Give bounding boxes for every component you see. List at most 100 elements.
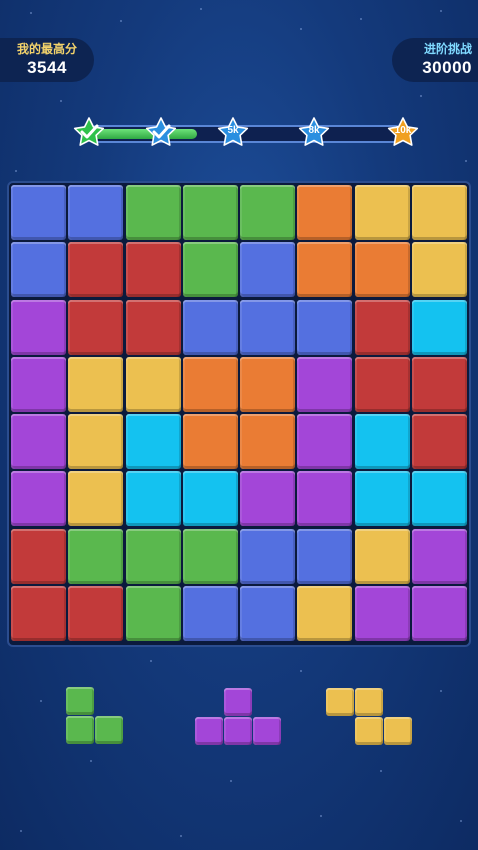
board-cell[interactable]	[125, 471, 181, 527]
star-check-icon	[73, 117, 105, 146]
board-cell[interactable]	[297, 528, 353, 584]
board-cell[interactable]	[297, 414, 353, 469]
board-cell[interactable]	[297, 471, 353, 527]
board-cell[interactable]	[125, 414, 181, 469]
board-cell[interactable]	[11, 299, 66, 355]
milestone-label: 5k	[227, 125, 239, 136]
board-cell[interactable]	[182, 585, 238, 641]
board-cell[interactable]	[11, 414, 66, 469]
star-dot	[60, 100, 62, 102]
board-cell[interactable]	[411, 242, 467, 298]
piece-block	[224, 688, 252, 716]
board-cell[interactable]	[240, 242, 295, 298]
star-dot	[120, 20, 122, 22]
board-cell[interactable]	[240, 299, 295, 355]
board-cell[interactable]	[240, 471, 295, 527]
piece-block	[355, 688, 383, 716]
board-cell[interactable]	[68, 528, 124, 584]
piece-block	[384, 717, 412, 745]
board-cell[interactable]	[125, 356, 181, 412]
board-cell[interactable]	[125, 585, 181, 641]
board-cell[interactable]	[68, 185, 124, 240]
board-cell[interactable]	[297, 242, 353, 298]
star-dot	[460, 820, 462, 822]
board-cell[interactable]	[354, 414, 410, 469]
star-dot	[20, 830, 22, 832]
milestone-10k: 10k	[387, 116, 419, 148]
board-cell[interactable]	[354, 242, 410, 298]
board-cell[interactable]	[68, 414, 124, 469]
board-cell[interactable]	[411, 528, 467, 584]
board-cell[interactable]	[11, 471, 66, 527]
star-dot	[40, 700, 42, 702]
best-score-value: 3544	[27, 57, 67, 77]
board-cell[interactable]	[11, 528, 66, 584]
board-cell[interactable]	[354, 185, 410, 240]
board-cell[interactable]	[68, 471, 124, 527]
board-cell[interactable]	[68, 299, 124, 355]
board-cell[interactable]	[240, 356, 295, 412]
board-cell[interactable]	[182, 528, 238, 584]
board-cell[interactable]	[182, 242, 238, 298]
challenge-label: 进阶挑战	[423, 41, 472, 56]
game-board[interactable]	[7, 181, 471, 647]
board-cell[interactable]	[240, 528, 295, 584]
board-cell[interactable]	[11, 242, 66, 298]
challenge-score-value: 30000	[422, 57, 472, 77]
board-cell[interactable]	[125, 242, 181, 298]
board-cell[interactable]	[240, 414, 295, 469]
board-cell[interactable]	[182, 471, 238, 527]
board-cell[interactable]	[125, 185, 181, 240]
piece-block	[95, 716, 123, 744]
piece-block	[326, 688, 354, 716]
piece-block	[66, 687, 94, 715]
star-dot	[380, 770, 382, 772]
board-cell[interactable]	[354, 585, 410, 641]
star-dot	[180, 835, 182, 837]
challenge-score-panel: 进阶挑战 30000	[392, 38, 478, 82]
board-cell[interactable]	[297, 299, 353, 355]
board-cell[interactable]	[411, 414, 467, 469]
board-cell[interactable]	[240, 585, 295, 641]
best-score-panel: 我的最高分 3544	[0, 38, 94, 82]
milestone-5k: 5k	[217, 116, 249, 148]
board-cell[interactable]	[125, 299, 181, 355]
board-cell[interactable]	[297, 356, 353, 412]
piece-block	[355, 717, 383, 745]
board-cell[interactable]	[411, 356, 467, 412]
star-dot	[230, 780, 232, 782]
board-cell[interactable]	[11, 585, 66, 641]
milestone-label: 8k	[308, 125, 320, 136]
board-cell[interactable]	[354, 356, 410, 412]
board-cell[interactable]	[68, 242, 124, 298]
board-cell[interactable]	[354, 471, 410, 527]
star-dot	[150, 660, 152, 662]
board-cell[interactable]	[11, 356, 66, 412]
star-dot	[300, 28, 302, 30]
star-dot	[440, 690, 442, 692]
board-cell[interactable]	[354, 528, 410, 584]
board-cell[interactable]	[297, 185, 353, 240]
board-cell[interactable]	[182, 414, 238, 469]
board-cell[interactable]	[182, 356, 238, 412]
milestone-label: 10k	[394, 125, 412, 136]
board-cell[interactable]	[297, 585, 353, 641]
star-dot	[465, 160, 467, 162]
board-cell[interactable]	[411, 471, 467, 527]
board-cell[interactable]	[182, 299, 238, 355]
piece-block	[224, 717, 252, 745]
board-cell[interactable]	[411, 585, 467, 641]
board-cell[interactable]	[125, 528, 181, 584]
board-cell[interactable]	[354, 299, 410, 355]
star-dot	[300, 670, 302, 672]
board-cell[interactable]	[11, 185, 66, 240]
board-cell[interactable]	[68, 356, 124, 412]
board-cell[interactable]	[411, 185, 467, 240]
piece-block	[66, 716, 94, 744]
board-cell[interactable]	[68, 585, 124, 641]
board-cell[interactable]	[240, 185, 295, 240]
board-cell[interactable]	[411, 299, 467, 355]
star-dot	[320, 815, 322, 817]
board-cell[interactable]	[182, 185, 238, 240]
milestone-checkpoint-2	[145, 116, 177, 148]
